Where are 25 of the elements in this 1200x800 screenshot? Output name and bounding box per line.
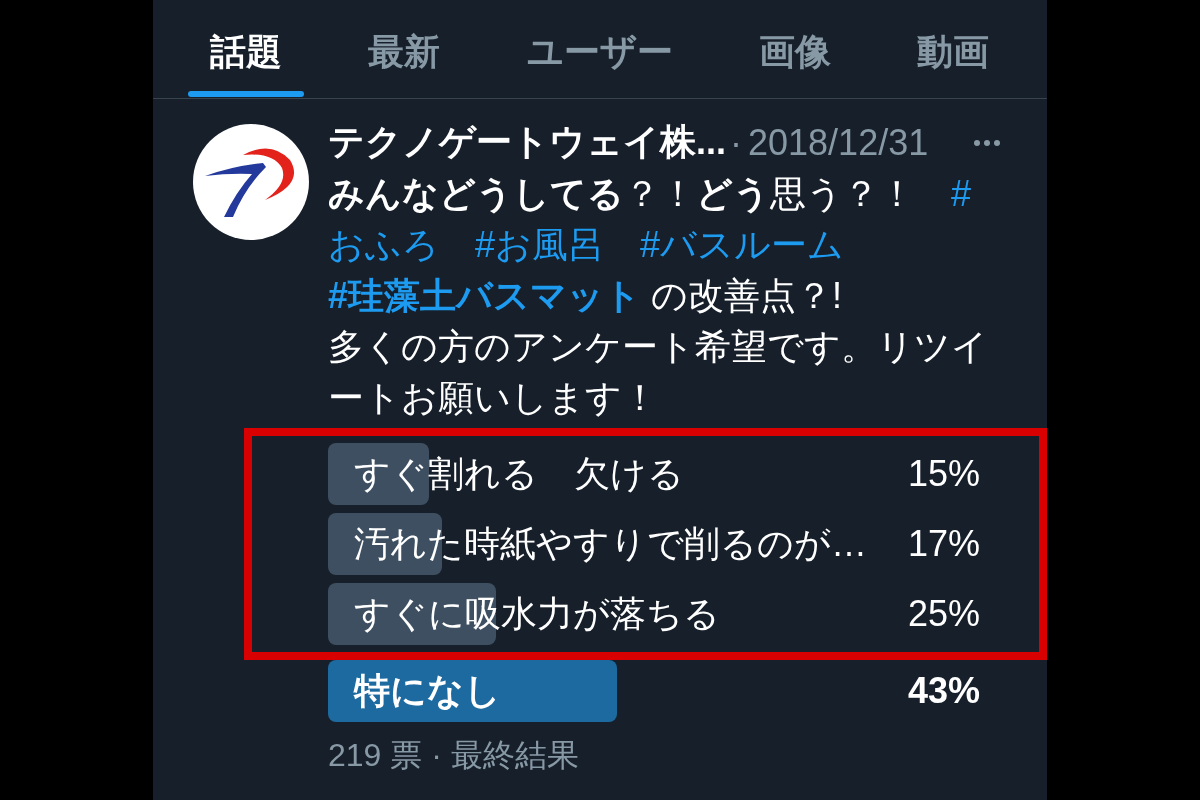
- hashtag-link[interactable]: おふろ: [328, 224, 439, 265]
- tweet-text: みんなどうしてる？！どう思う？！ # おふろ #お風呂 #バスルーム #珪藻土バスマット の改善点？! 多くの方のアンケート希望です。リツイ ートお願いします！: [328, 172, 989, 420]
- percentage-text: 25%: [907, 593, 980, 635]
- post-date: 2018/12/31: [748, 121, 929, 164]
- author-name[interactable]: テクノゲートウェイ株...: [328, 118, 726, 167]
- percentage-text: 43%: [907, 670, 980, 712]
- hashtag-link[interactable]: #: [951, 173, 972, 214]
- percentage-text: 17%: [907, 523, 980, 565]
- tab[interactable]: 動画: [895, 0, 1011, 98]
- more-icon[interactable]: [974, 139, 1000, 146]
- option-label: 汚れた時紙やすりで削るのが…: [354, 521, 867, 566]
- hashtag-link[interactable]: #バスルーム: [640, 224, 845, 265]
- option-label: 特になし: [354, 668, 501, 713]
- tab[interactable]: 最新: [346, 0, 463, 98]
- tab[interactable]: ユーザー: [504, 0, 695, 98]
- logo-avatar[interactable]: [193, 124, 309, 240]
- percentage-text: 15%: [907, 453, 980, 495]
- option-label: すぐ割れる 欠ける: [354, 451, 684, 496]
- poll-footer: 219 票 · 最終結果: [328, 733, 1000, 777]
- hashtag-link[interactable]: #お風呂: [475, 224, 605, 265]
- tab[interactable]: 話題: [188, 0, 304, 98]
- option-label: すぐに吸水力が落ちる: [354, 591, 720, 636]
- tab[interactable]: 画像: [736, 0, 853, 98]
- hashtag-link[interactable]: #珪藻土バスマット: [328, 275, 642, 316]
- meta-separator: ·: [730, 121, 742, 164]
